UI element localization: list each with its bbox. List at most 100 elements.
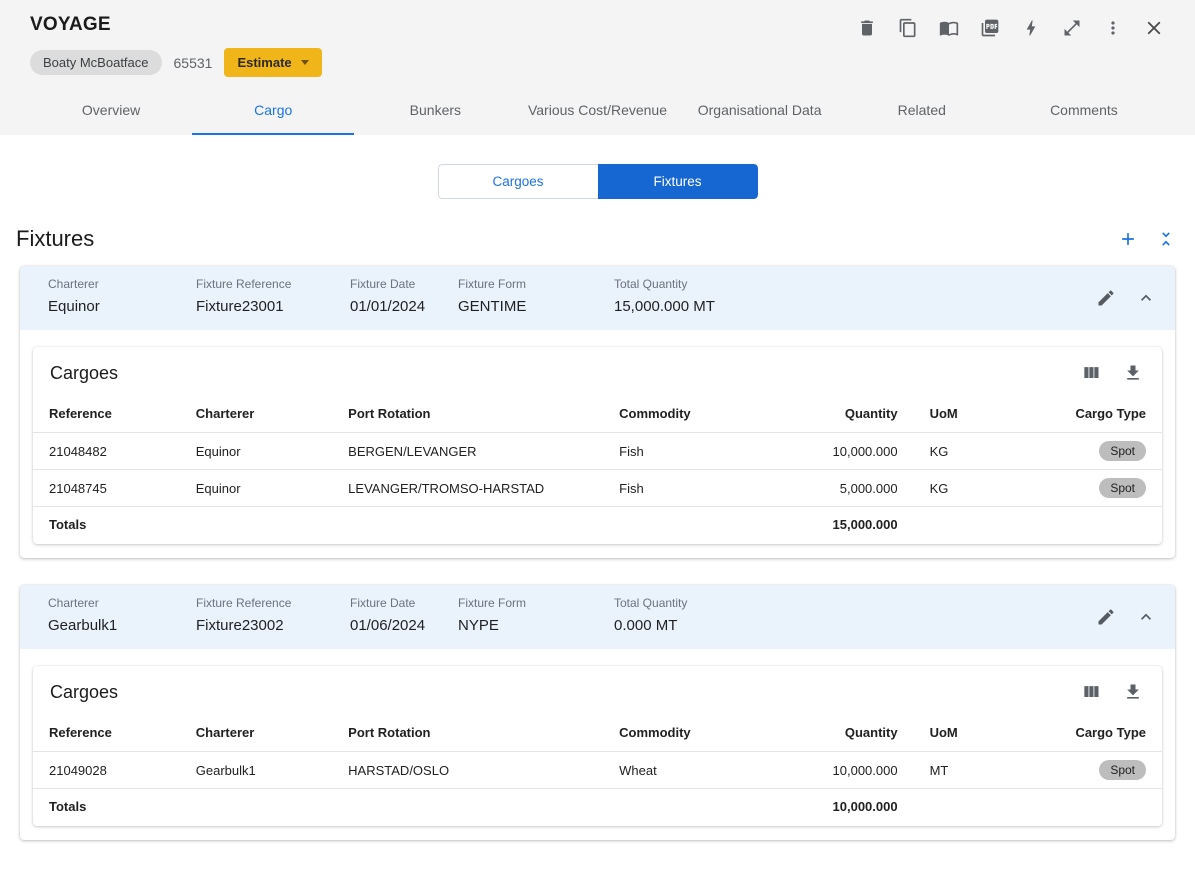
table-row[interactable]: 21049028 Gearbulk1 HARSTAD/OSLO Wheat 10… bbox=[33, 751, 1162, 789]
col-uom: UoM bbox=[929, 406, 958, 421]
charterer-value: Gearbulk1 bbox=[48, 617, 118, 634]
chevron-up-icon[interactable] bbox=[1135, 287, 1157, 309]
cargoes-fixtures-toggle: Cargoes Fixtures bbox=[437, 164, 758, 199]
fixture-reference-value: Fixture23002 bbox=[196, 617, 284, 634]
col-cargo-type: Cargo Type bbox=[1075, 725, 1146, 740]
totals-quantity: 10,000.000 bbox=[806, 788, 914, 826]
cargoes-table: Reference Charterer Port Rotation Commod… bbox=[33, 396, 1162, 544]
cargoes-title: Cargoes bbox=[50, 362, 119, 383]
tab-bar: Overview Cargo Bunkers Various Cost/Reve… bbox=[30, 85, 1165, 135]
cell-cargo-type: Spot bbox=[1020, 432, 1162, 470]
fixture-card: Charterer Equinor Fixture Reference Fixt… bbox=[20, 266, 1175, 558]
cargoes-title: Cargoes bbox=[50, 681, 119, 702]
header-actions bbox=[856, 14, 1165, 39]
cell-reference: 21048745 bbox=[33, 469, 180, 507]
estimate-button-label: Estimate bbox=[237, 55, 292, 70]
cell-quantity: 10,000.000 bbox=[806, 432, 914, 470]
table-header-row: Reference Charterer Port Rotation Commod… bbox=[33, 396, 1162, 433]
tab-related[interactable]: Related bbox=[841, 85, 1003, 135]
fixture-form-value: NYPE bbox=[458, 617, 499, 634]
tab-cargo[interactable]: Cargo bbox=[192, 85, 355, 135]
totals-row: Totals 10,000.000 bbox=[33, 788, 1162, 826]
expand-icon[interactable] bbox=[1061, 17, 1083, 39]
fixture-card: Charterer Gearbulk1 Fixture Reference Fi… bbox=[20, 585, 1175, 840]
tab-organisational-data[interactable]: Organisational Data bbox=[679, 85, 841, 135]
cell-commodity: Wheat bbox=[603, 751, 807, 789]
download-icon[interactable] bbox=[1122, 362, 1144, 384]
col-charterer: Charterer bbox=[195, 725, 255, 740]
cell-cargo-type: Spot bbox=[1020, 469, 1162, 507]
collapse-all-icon[interactable] bbox=[1155, 228, 1177, 250]
total-quantity-label: Total Quantity bbox=[614, 596, 688, 610]
chevron-down-icon bbox=[300, 60, 309, 65]
cargoes-card: Cargoes Reference Charterer Port Rotatio bbox=[33, 666, 1162, 826]
table-header-row: Reference Charterer Port Rotation Commod… bbox=[33, 715, 1162, 752]
charterer-value: Equinor bbox=[48, 298, 100, 315]
table-row[interactable]: 21048745 Equinor LEVANGER/TROMSO-HARSTAD… bbox=[33, 469, 1162, 507]
edit-fixture-icon[interactable] bbox=[1095, 606, 1117, 628]
totals-row: Totals 15,000.000 bbox=[33, 506, 1162, 544]
copy-icon[interactable] bbox=[897, 17, 919, 39]
cell-charterer: Gearbulk1 bbox=[179, 751, 333, 789]
page-title: VOYAGE bbox=[30, 14, 111, 35]
col-reference: Reference bbox=[49, 406, 112, 421]
col-port-rotation: Port Rotation bbox=[348, 725, 431, 740]
fixtures-section-title: Fixtures bbox=[16, 226, 95, 251]
delete-icon[interactable] bbox=[856, 17, 878, 39]
download-icon[interactable] bbox=[1122, 681, 1144, 703]
cell-uom: KG bbox=[913, 469, 1021, 507]
cargoes-table: Reference Charterer Port Rotation Commod… bbox=[33, 715, 1162, 826]
cell-uom: KG bbox=[913, 432, 1021, 470]
totals-label: Totals bbox=[33, 788, 180, 826]
total-quantity-label: Total Quantity bbox=[614, 277, 688, 291]
fixture-date-value: 01/01/2024 bbox=[350, 298, 426, 315]
fixture-card-header: Charterer Equinor Fixture Reference Fixt… bbox=[20, 266, 1175, 330]
col-commodity: Commodity bbox=[619, 406, 691, 421]
table-row[interactable]: 21048482 Equinor BERGEN/LEVANGER Fish 10… bbox=[33, 432, 1162, 470]
fixture-reference-value: Fixture23001 bbox=[196, 298, 284, 315]
cell-commodity: Fish bbox=[603, 432, 807, 470]
add-fixture-icon[interactable] bbox=[1117, 228, 1139, 250]
total-quantity-value: 15,000.000 MT bbox=[614, 298, 715, 315]
fixture-form-label: Fixture Form bbox=[458, 277, 527, 291]
cell-quantity: 5,000.000 bbox=[806, 469, 914, 507]
col-cargo-type: Cargo Type bbox=[1075, 406, 1146, 421]
fixture-reference-label: Fixture Reference bbox=[196, 277, 292, 291]
fixture-date-value: 01/06/2024 bbox=[350, 617, 426, 634]
fixture-card-header: Charterer Gearbulk1 Fixture Reference Fi… bbox=[20, 585, 1175, 649]
tab-comments[interactable]: Comments bbox=[1003, 85, 1165, 135]
cell-port-rotation: HARSTAD/OSLO bbox=[332, 751, 604, 789]
cargoes-card: Cargoes Reference Charterer Port Rotatio bbox=[33, 347, 1162, 544]
cargo-type-badge: Spot bbox=[1099, 760, 1146, 780]
close-icon[interactable] bbox=[1143, 17, 1165, 39]
cell-quantity: 10,000.000 bbox=[806, 751, 914, 789]
fixture-form-label: Fixture Form bbox=[458, 596, 527, 610]
cell-uom: MT bbox=[913, 751, 1021, 789]
chevron-up-icon[interactable] bbox=[1135, 606, 1157, 628]
more-options-icon[interactable] bbox=[1102, 17, 1124, 39]
toggle-fixtures[interactable]: Fixtures bbox=[597, 164, 758, 199]
fixture-date-label: Fixture Date bbox=[350, 277, 416, 291]
tab-overview[interactable]: Overview bbox=[30, 85, 192, 135]
col-charterer: Charterer bbox=[195, 406, 255, 421]
cell-charterer: Equinor bbox=[179, 469, 333, 507]
tab-bunkers[interactable]: Bunkers bbox=[354, 85, 516, 135]
col-quantity: Quantity bbox=[844, 406, 898, 421]
col-quantity: Quantity bbox=[844, 725, 898, 740]
toggle-cargoes[interactable]: Cargoes bbox=[437, 164, 598, 199]
col-commodity: Commodity bbox=[619, 725, 691, 740]
pdf-icon[interactable] bbox=[979, 17, 1001, 39]
book-icon[interactable] bbox=[938, 17, 960, 39]
bolt-icon[interactable] bbox=[1020, 17, 1042, 39]
edit-fixture-icon[interactable] bbox=[1095, 287, 1117, 309]
col-uom: UoM bbox=[929, 725, 958, 740]
fixture-reference-label: Fixture Reference bbox=[196, 596, 292, 610]
columns-icon[interactable] bbox=[1080, 362, 1102, 384]
col-port-rotation: Port Rotation bbox=[348, 406, 431, 421]
vessel-chip: Boaty McBoatface bbox=[30, 50, 162, 75]
voyage-number: 65531 bbox=[173, 54, 213, 71]
estimate-button[interactable]: Estimate bbox=[224, 48, 322, 77]
columns-icon[interactable] bbox=[1080, 681, 1102, 703]
tab-various-cost-revenue[interactable]: Various Cost/Revenue bbox=[516, 85, 678, 135]
col-reference: Reference bbox=[49, 725, 112, 740]
